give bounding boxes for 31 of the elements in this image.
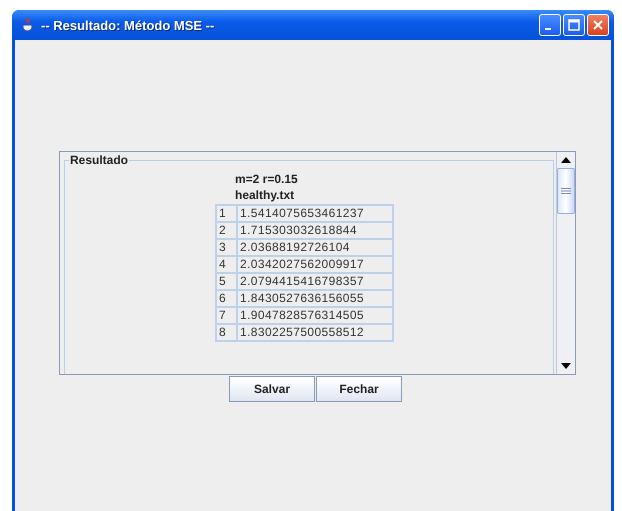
table-cell: 2 (216, 222, 237, 239)
vertical-scrollbar[interactable] (556, 152, 575, 374)
parameters-label: m=2 r=0.15 (235, 171, 298, 187)
save-button[interactable]: Salvar (229, 376, 315, 402)
table-cell: 7 (216, 307, 237, 324)
group-title: Resultado (69, 153, 130, 167)
window-title: -- Resultado: Método MSE -- (41, 18, 216, 32)
minimize-button[interactable] (539, 14, 561, 36)
table-cell: 1.5414075653461237 (237, 205, 393, 222)
table-cell: 1.9047828576314505 (237, 307, 393, 324)
table-cell: 2.0794415416798357 (237, 273, 393, 290)
table-cell: 1.8430527636156055 (237, 290, 393, 307)
close-dialog-button[interactable]: Fechar (316, 376, 402, 402)
close-icon (592, 19, 604, 31)
table-cell: 1.8302257500558512 (237, 324, 393, 341)
close-button[interactable] (587, 14, 609, 36)
table-cell: 1.715303032618844 (237, 222, 393, 239)
file-name-label: healthy.txt (235, 187, 296, 203)
table-cell: 8 (216, 324, 237, 341)
coffee-cup-icon (20, 17, 36, 33)
maximize-button[interactable] (563, 14, 585, 36)
table-cell: 4 (216, 256, 237, 273)
minimize-icon (545, 28, 551, 30)
table-cell: 2.03688192726104 (237, 239, 393, 256)
maximize-icon (568, 19, 580, 31)
table-cell: 2.0342027562009917 (237, 256, 393, 273)
table-cell: 1 (216, 205, 237, 222)
table-cell: 3 (216, 239, 237, 256)
scrollbar-thumb[interactable] (557, 168, 575, 214)
table-cell: 5 (216, 273, 237, 290)
table-cell: 6 (216, 290, 237, 307)
